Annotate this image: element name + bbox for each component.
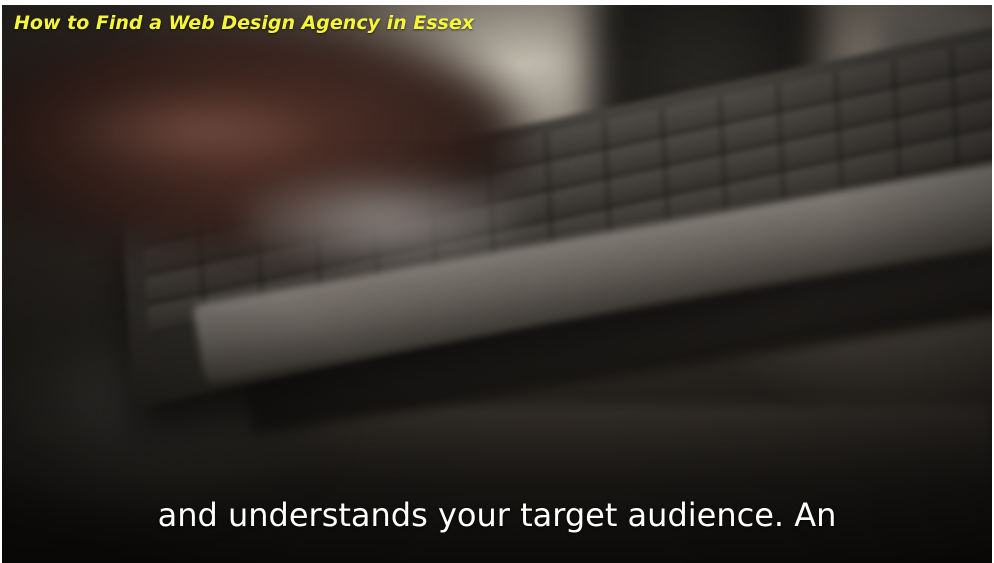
video-player[interactable]: How to Find a Web Design Agency in Essex…: [2, 5, 992, 563]
vignette: [2, 5, 992, 563]
video-frame-image: [2, 5, 992, 563]
video-title: How to Find a Web Design Agency in Essex: [14, 12, 474, 34]
subtitle-caption: and understands your target audience. An: [157, 496, 837, 534]
